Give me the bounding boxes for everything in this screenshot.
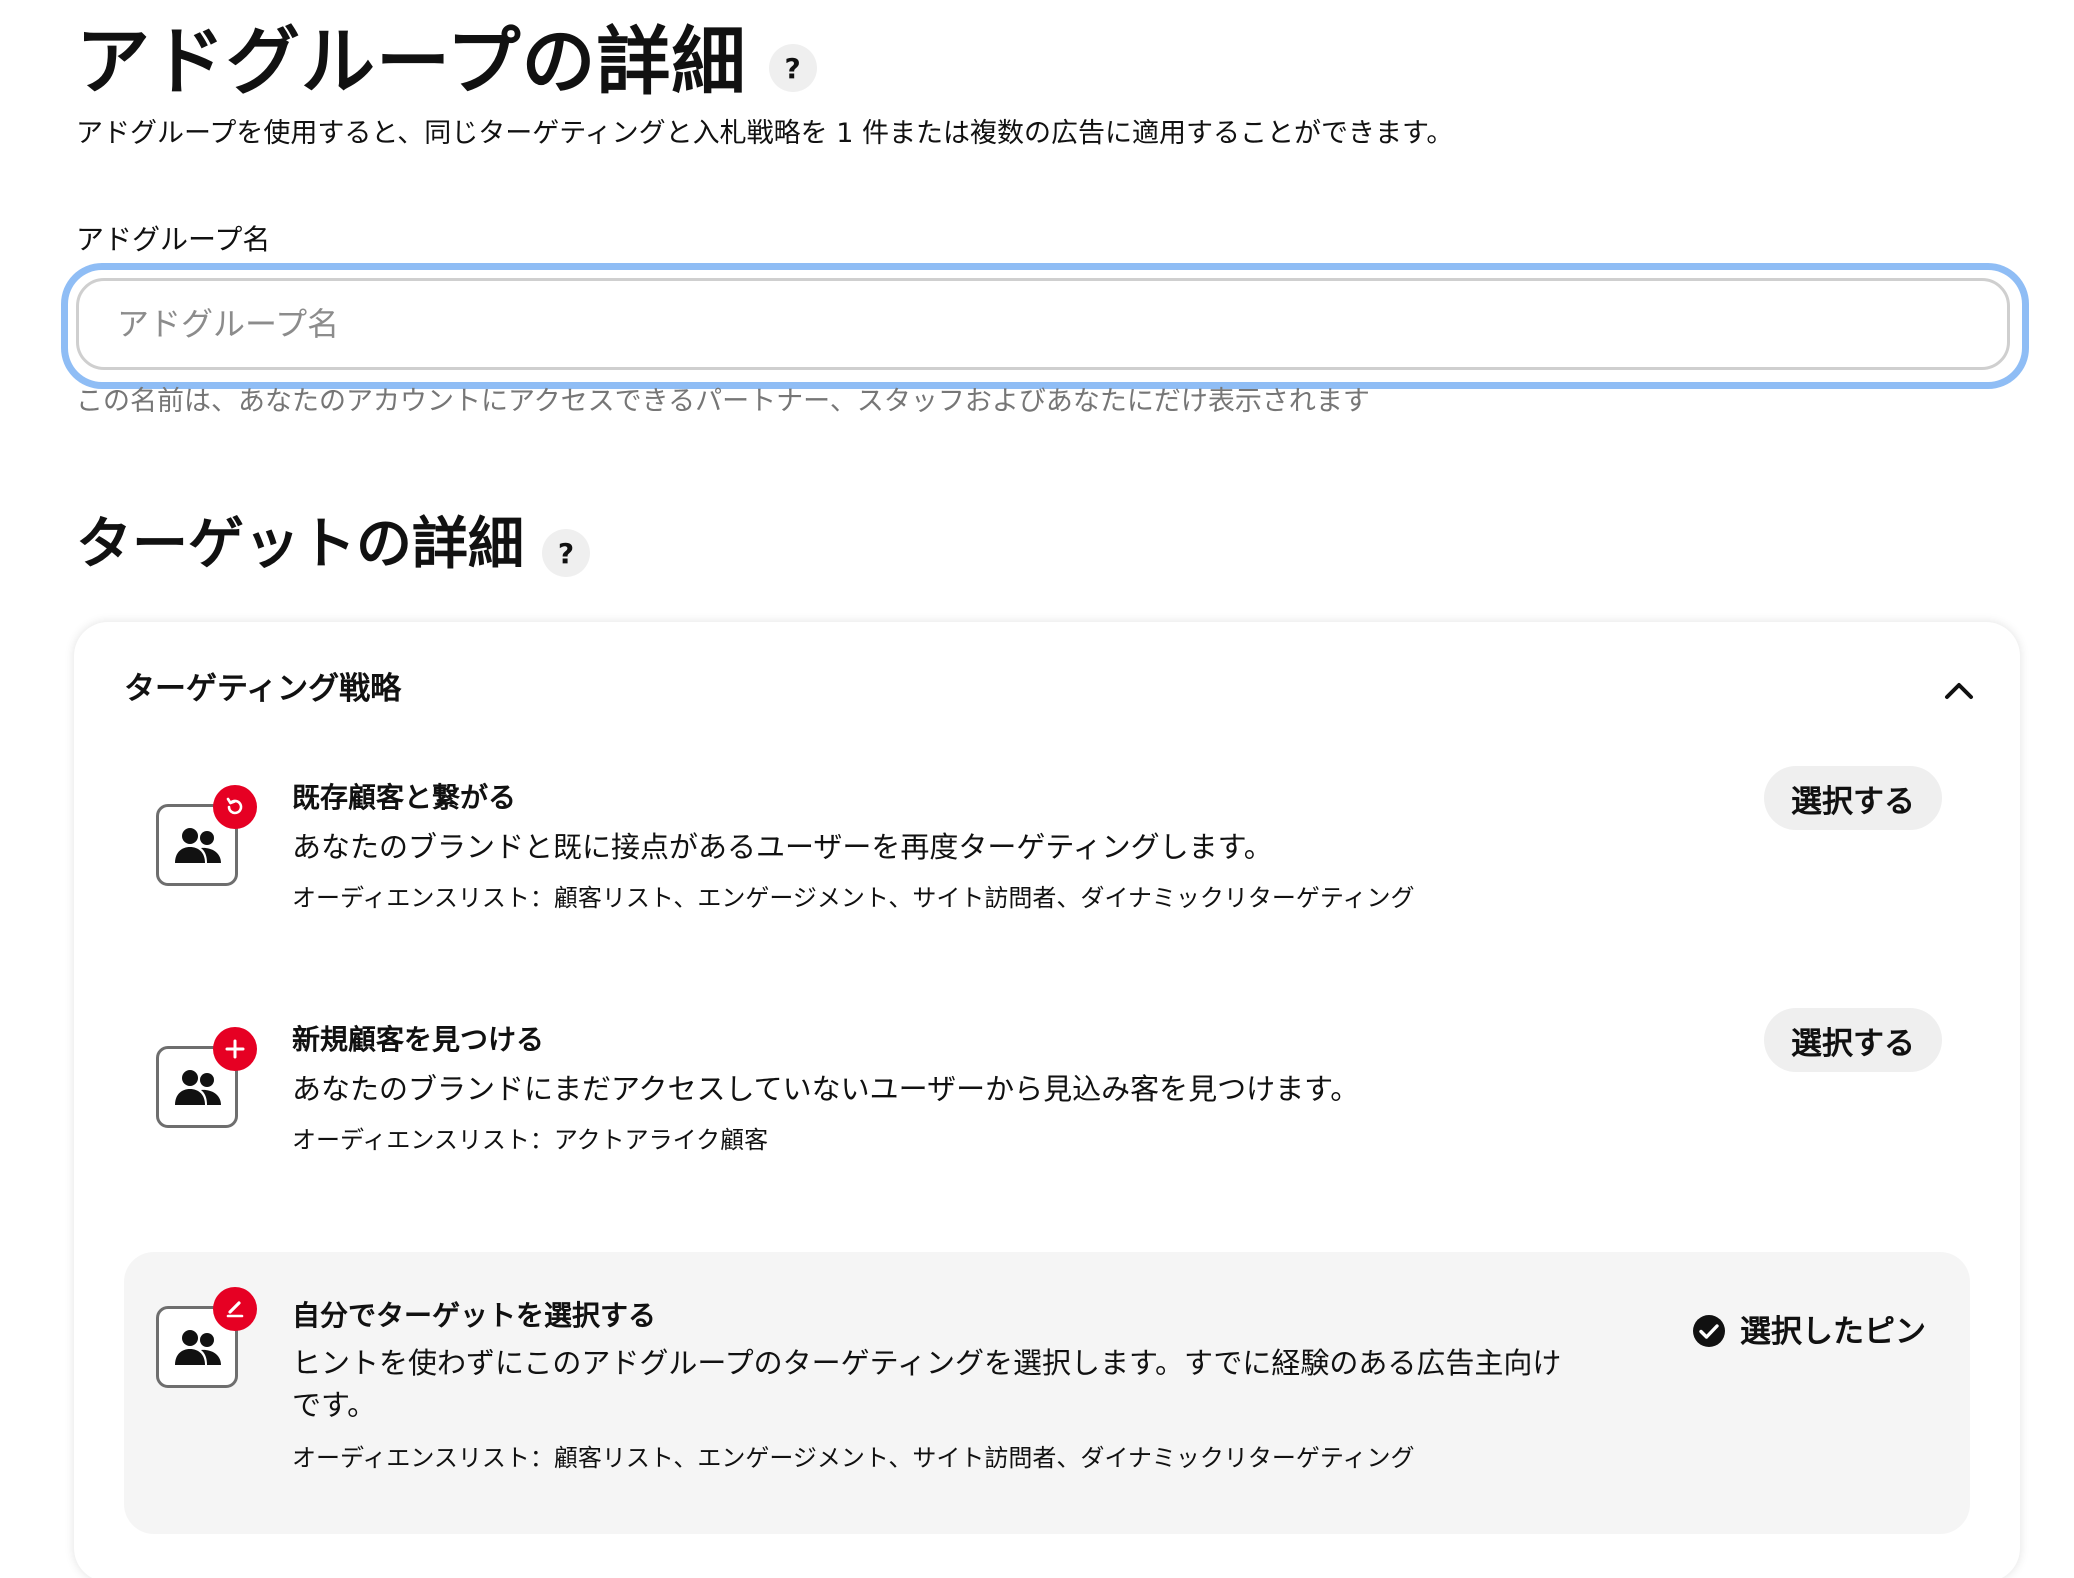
option-description: ヒントを使わずにこのアドグループのターゲティングを選択します。すでに経験のある広… bbox=[292, 1346, 1562, 1422]
select-button[interactable]: 選択する bbox=[1764, 766, 1942, 830]
adgroup-name-focus-ring bbox=[68, 270, 2022, 382]
adgroup-name-label: アドグループ名 bbox=[76, 223, 271, 256]
selected-label: 選択したピン bbox=[1740, 1314, 1926, 1350]
adgroup-name-input[interactable] bbox=[76, 278, 2010, 370]
option-description: あなたのブランドと既に接点があるユーザーを再度ターゲティングします。 bbox=[292, 830, 1273, 864]
page-title: アドグループの詳細 bbox=[76, 19, 747, 105]
section-title: ターゲットの詳細 bbox=[76, 512, 524, 577]
option-audience: オーディエンスリスト：顧客リスト、エンゲージメント、サイト訪問者、ダイナミックリ… bbox=[292, 1444, 1415, 1472]
targeting-strategy-card: ターゲティング戦略 既存顧客と繋がる あなたのブランドと既に接点があるユーザーを… bbox=[74, 622, 2020, 1578]
people-icon bbox=[175, 828, 221, 863]
ad-group-page: アドグループの詳細 ? アドグループを使用すると、同じターゲティングと入札戦略を… bbox=[0, 0, 2074, 1578]
page-subtitle: アドグループを使用すると、同じターゲティングと入札戦略を 1 件または複数の広告… bbox=[76, 118, 1454, 149]
audience-icon bbox=[156, 785, 257, 886]
adgroup-title-row: アドグループの詳細 ? bbox=[76, 12, 817, 112]
help-icon[interactable]: ? bbox=[768, 44, 817, 92]
target-title-row: ターゲットの詳細 ? bbox=[76, 500, 590, 590]
strategy-option-new-customers[interactable]: 新規顧客を見つける あなたのブランドにまだアクセスしていないユーザーから見込み客… bbox=[124, 974, 1970, 1194]
audience-icon bbox=[156, 1027, 257, 1128]
check-circle-icon bbox=[1693, 1315, 1725, 1347]
option-title: 既存顧客と繋がる bbox=[292, 781, 517, 814]
option-audience: オーディエンスリスト：顧客リスト、エンゲージメント、サイト訪問者、ダイナミックリ… bbox=[292, 884, 1415, 912]
chevron-up-icon[interactable] bbox=[1944, 680, 1974, 700]
option-audience: オーディエンスリスト：アクトアライク顧客 bbox=[292, 1126, 769, 1154]
pencil-icon bbox=[213, 1287, 257, 1331]
audience-icon bbox=[156, 1287, 257, 1388]
option-title: 自分でターゲットを選択する bbox=[292, 1299, 657, 1332]
people-icon bbox=[175, 1330, 221, 1365]
option-title: 新規顧客を見つける bbox=[292, 1023, 545, 1056]
strategy-option-manual[interactable]: 自分でターゲットを選択する ヒントを使わずにこのアドグループのターゲティングを選… bbox=[124, 1252, 1970, 1534]
select-button[interactable]: 選択する bbox=[1764, 1008, 1942, 1072]
strategy-option-retarget[interactable]: 既存顧客と繋がる あなたのブランドと既に接点があるユーザーを再度ターゲティングし… bbox=[124, 732, 1970, 952]
option-description: あなたのブランドにまだアクセスしていないユーザーから見込み客を見つけます。 bbox=[292, 1072, 1360, 1106]
people-icon bbox=[175, 1070, 221, 1105]
plus-icon bbox=[213, 1027, 257, 1071]
targeting-strategy-header: ターゲティング戦略 bbox=[124, 671, 402, 707]
refresh-icon bbox=[213, 785, 257, 829]
adgroup-name-helper: この名前は、あなたのアカウントにアクセスできるパートナー、スタッフおよびあなたに… bbox=[76, 386, 1370, 417]
help-icon[interactable]: ? bbox=[542, 529, 590, 577]
